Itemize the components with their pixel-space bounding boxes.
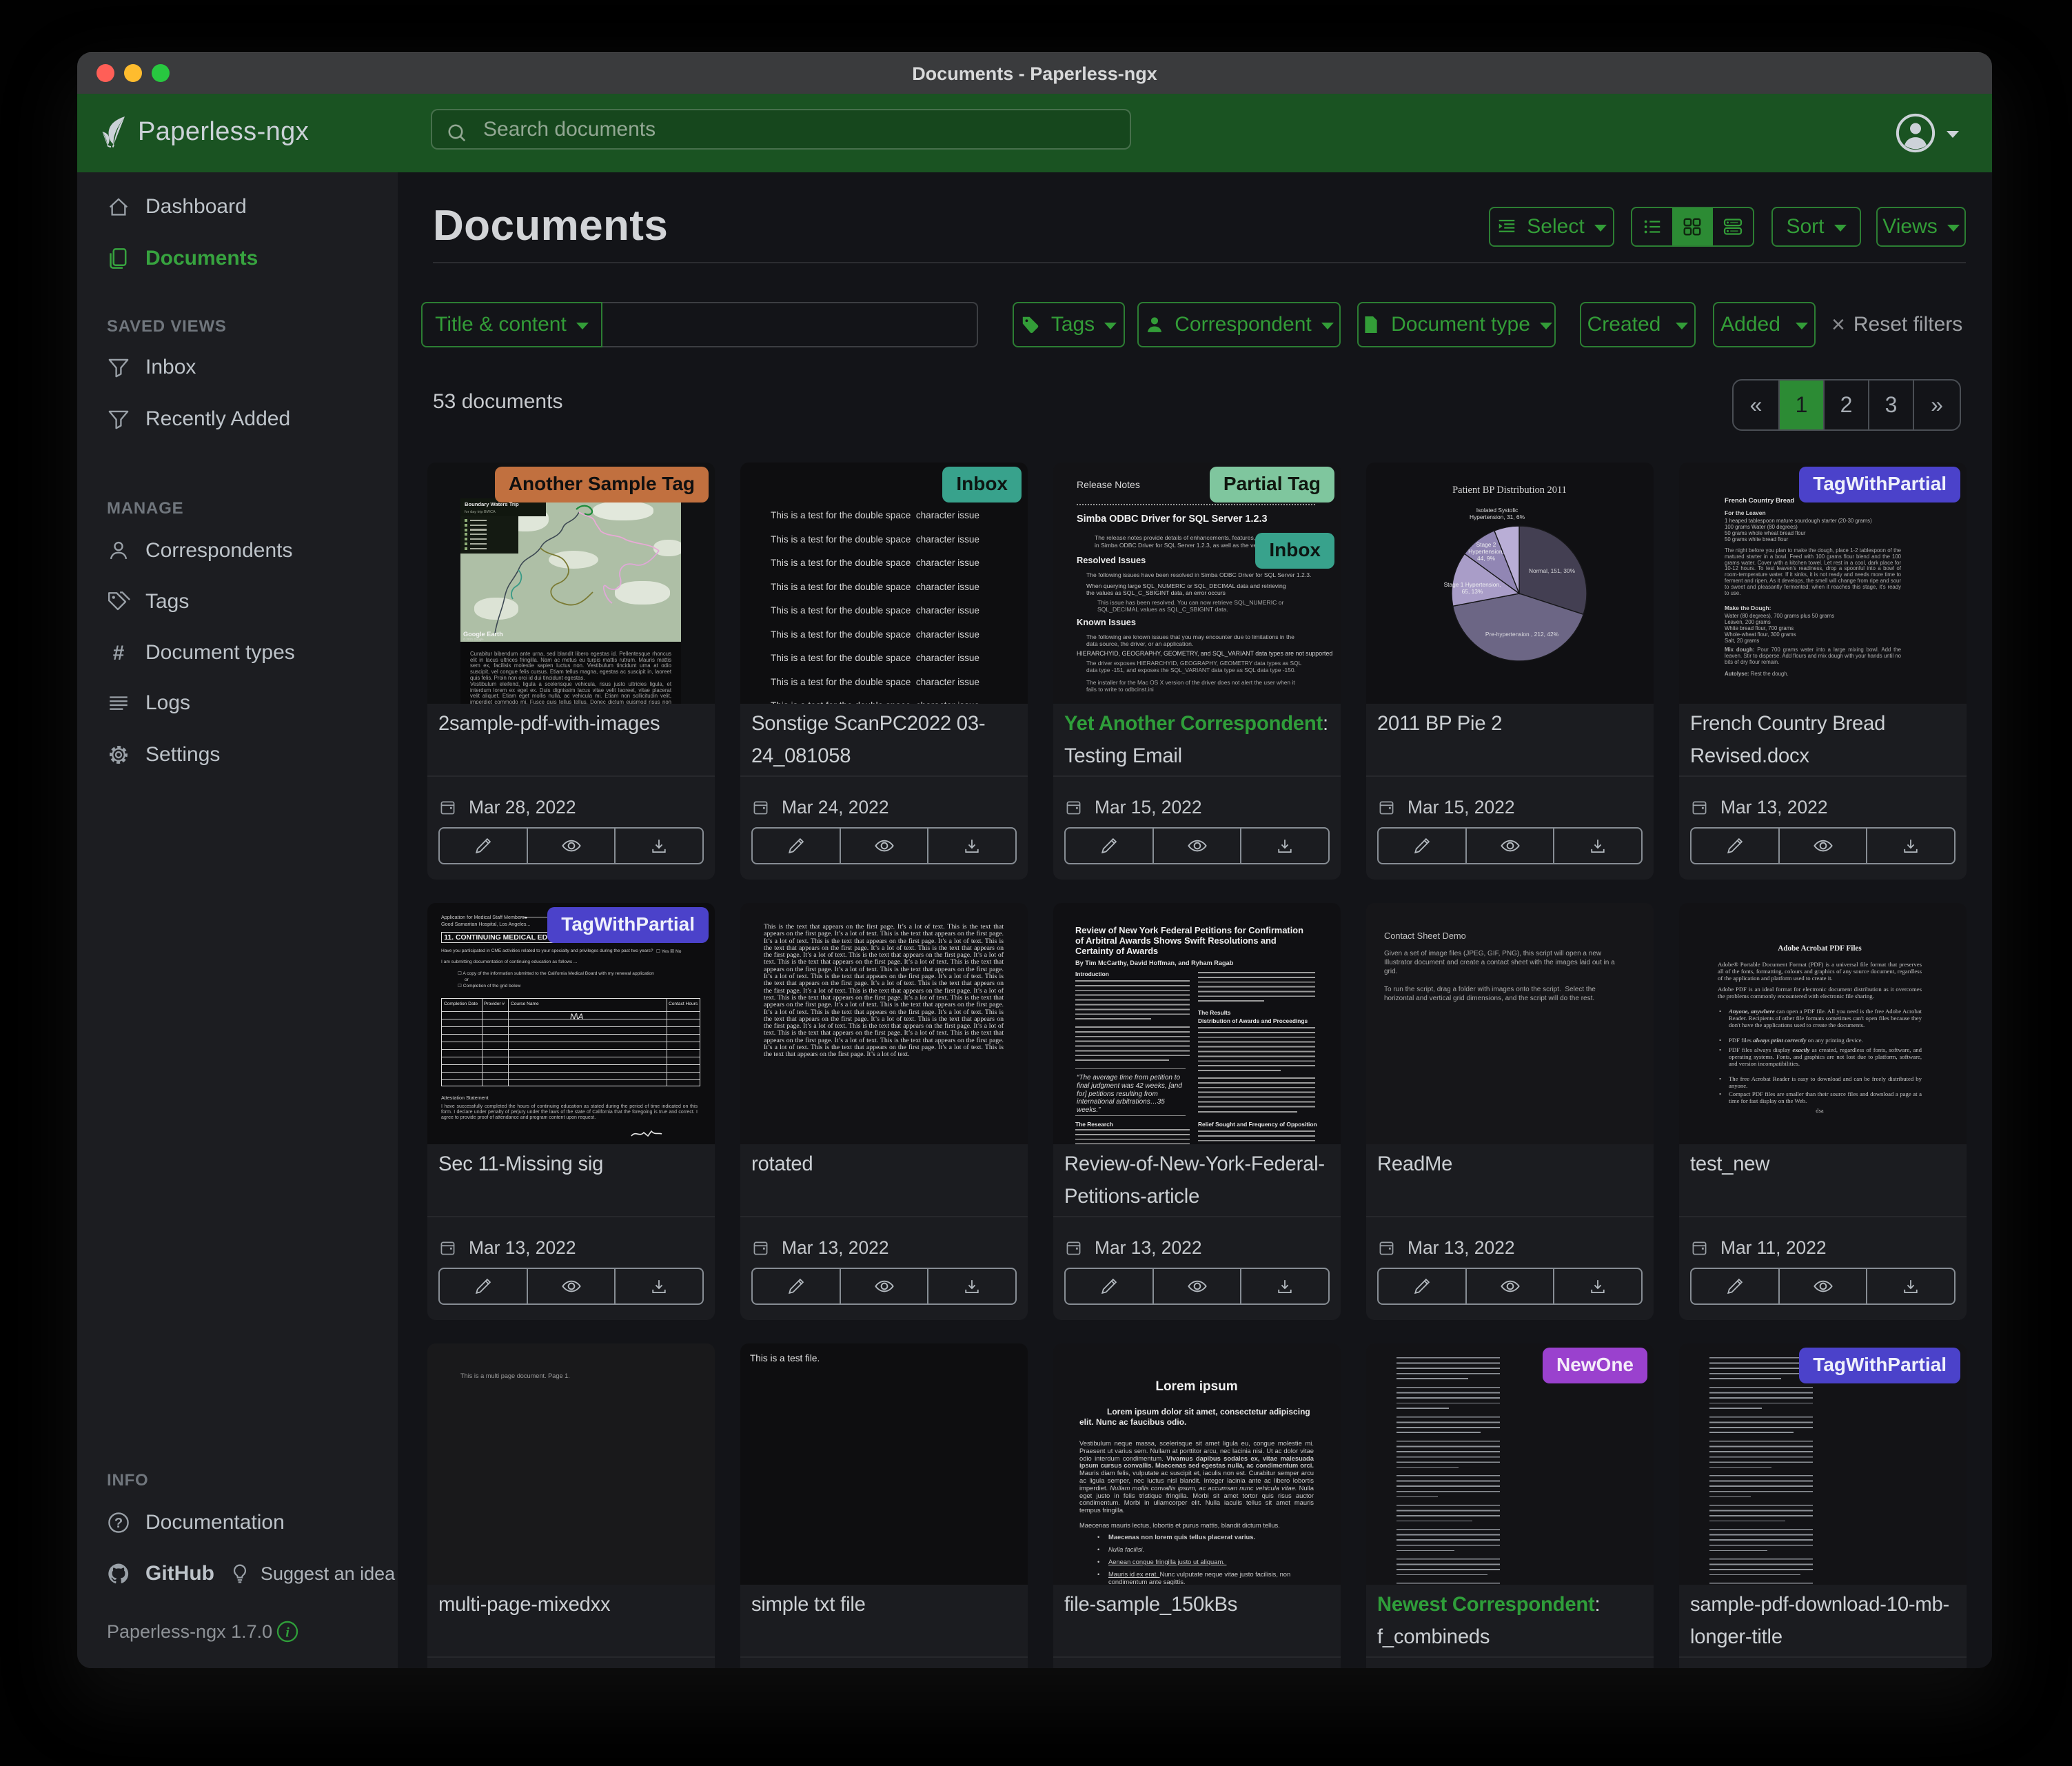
svg-text:?: ? — [114, 1516, 123, 1531]
svg-text:i: i — [285, 1625, 290, 1640]
svg-text:#: # — [113, 642, 125, 664]
